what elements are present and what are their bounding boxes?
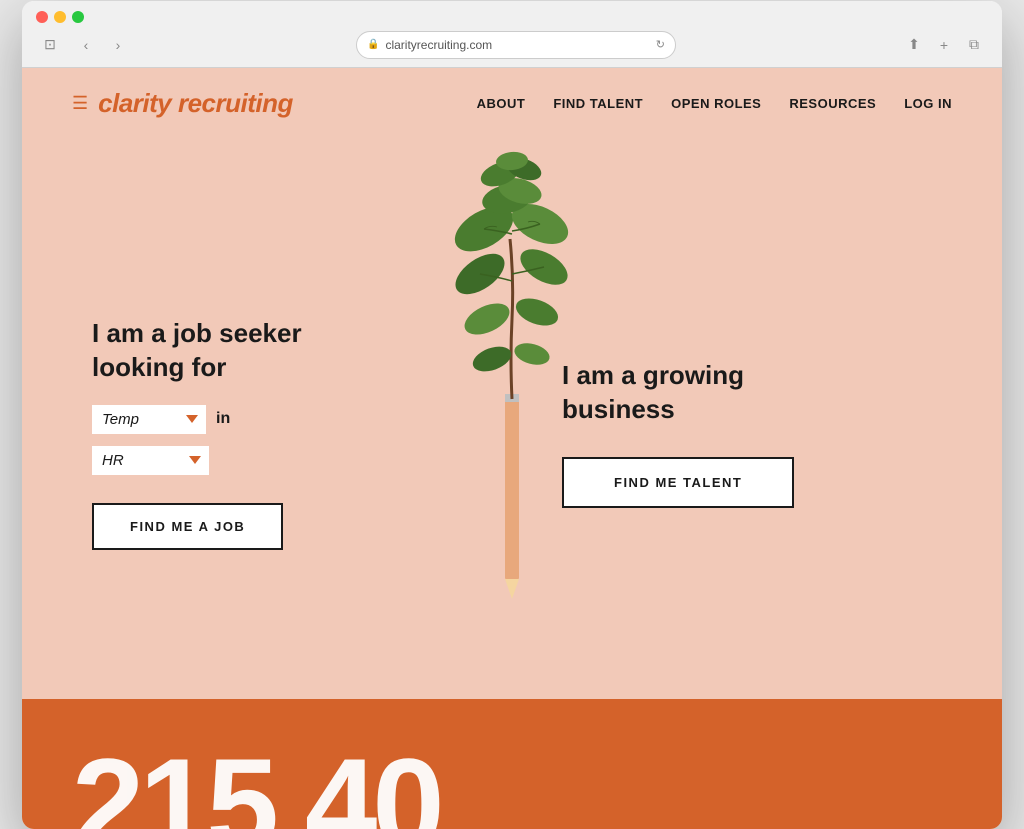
find-me-job-button[interactable]: FIND ME A JOB [92, 503, 283, 550]
job-type-row: Temp Permanent Contract in [92, 405, 462, 434]
job-type-select[interactable]: Temp Permanent Contract [92, 405, 206, 434]
tab-overview-button[interactable]: ⧉ [960, 31, 988, 59]
browser-actions: ⬆ + ⧉ [900, 31, 988, 59]
maximize-button[interactable] [72, 11, 84, 23]
business-line2: business [562, 394, 675, 424]
browser-toolbar: ⊡ ‹ › 🔒 clarityrecruiting.com ↻ ⬆ [36, 31, 988, 67]
business-tagline: I am a growing business [562, 359, 744, 427]
traffic-lights [36, 11, 988, 23]
nav-find-talent[interactable]: FIND TALENT [553, 96, 643, 111]
nav-links: ABOUT FIND TALENT OPEN ROLES RESOURCES L… [477, 96, 952, 111]
lock-icon: 🔒 [367, 39, 379, 50]
new-tab-button[interactable]: + [930, 31, 958, 59]
forward-icon: › [116, 37, 121, 53]
industry-select[interactable]: HR Finance Marketing Technology [92, 446, 209, 475]
tagline-line2: looking for [92, 352, 226, 382]
back-icon: ‹ [84, 37, 89, 53]
stats-numbers: 215,40 [72, 739, 440, 829]
job-seeker-tagline: I am a job seeker looking for [92, 317, 462, 385]
hero-left: I am a job seeker looking for Temp Perma… [22, 169, 512, 699]
minimize-button[interactable] [54, 11, 66, 23]
nav-resources[interactable]: RESOURCES [789, 96, 876, 111]
window-icon: ⊡ [44, 36, 56, 53]
website-content: ☰ clarity recruiting ABOUT FIND TALENT O… [22, 68, 1002, 829]
back-button[interactable]: ‹ [72, 31, 100, 59]
in-label: in [216, 410, 230, 428]
url-text: clarityrecruiting.com [385, 38, 492, 52]
nav-log-in[interactable]: LOG IN [904, 96, 952, 111]
hamburger-menu-icon[interactable]: ☰ [72, 93, 88, 114]
nav-buttons: ‹ › [72, 31, 132, 59]
find-me-talent-button[interactable]: FIND ME TALENT [562, 457, 794, 508]
tagline-line1: I am a job seeker [92, 318, 302, 348]
window-manage-button[interactable]: ⊡ [36, 31, 64, 59]
address-bar[interactable]: 🔒 clarityrecruiting.com ↻ [356, 31, 676, 59]
reload-icon[interactable]: ↻ [656, 38, 665, 51]
browser-window: ⊡ ‹ › 🔒 clarityrecruiting.com ↻ ⬆ [22, 1, 1002, 829]
close-button[interactable] [36, 11, 48, 23]
industry-row: HR Finance Marketing Technology [92, 446, 462, 475]
nav-logo: ☰ clarity recruiting [72, 88, 293, 119]
tab-icon: ⧉ [969, 36, 979, 53]
nav-about[interactable]: ABOUT [477, 96, 526, 111]
share-icon: ⬆ [908, 36, 920, 53]
job-type-select-wrapper: Temp Permanent Contract [92, 405, 206, 434]
address-bar-container: 🔒 clarityrecruiting.com ↻ [140, 31, 892, 59]
hero-right: I am a growing business FIND ME TALENT [512, 169, 1002, 699]
share-button[interactable]: ⬆ [900, 31, 928, 59]
browser-chrome: ⊡ ‹ › 🔒 clarityrecruiting.com ↻ ⬆ [22, 1, 1002, 68]
industry-select-wrapper: HR Finance Marketing Technology [92, 446, 209, 475]
add-tab-icon: + [940, 37, 948, 53]
nav-open-roles[interactable]: OPEN ROLES [671, 96, 761, 111]
orange-stats-section: 215,40 [22, 699, 1002, 829]
logo-text: clarity recruiting [98, 88, 293, 119]
forward-button[interactable]: › [104, 31, 132, 59]
hero-section: I am a job seeker looking for Temp Perma… [22, 139, 1002, 699]
business-line1: I am a growing [562, 360, 744, 390]
